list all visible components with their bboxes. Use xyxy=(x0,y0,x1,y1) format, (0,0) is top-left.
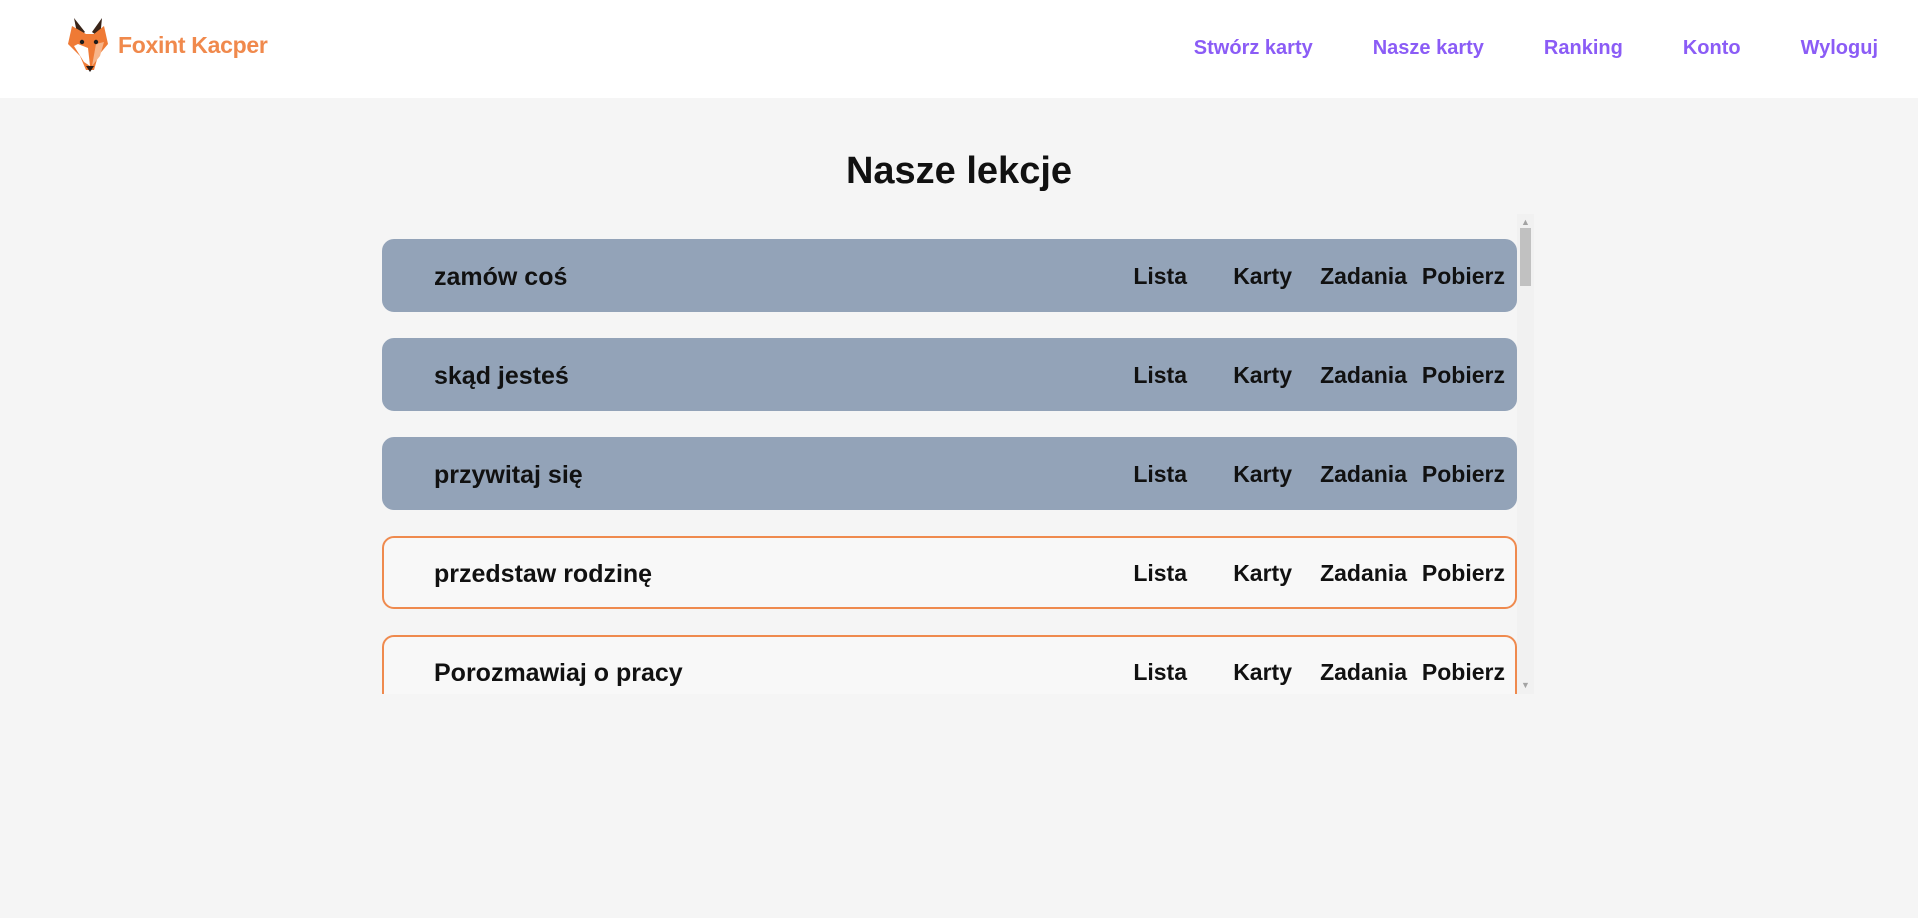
lesson-tasks-link[interactable]: Zadania xyxy=(1292,263,1407,290)
lesson-row: przedstaw rodzinę Lista Karty Zadania Po… xyxy=(382,536,1517,609)
lesson-row: zamów coś Lista Karty Zadania Pobierz xyxy=(382,239,1517,312)
nav-ranking[interactable]: Ranking xyxy=(1544,37,1623,60)
lesson-actions: Lista Karty Zadania Pobierz xyxy=(1127,263,1505,290)
lesson-cards-link[interactable]: Karty xyxy=(1187,560,1292,587)
lesson-tasks-link[interactable]: Zadania xyxy=(1292,659,1407,686)
top-navbar: Foxint Kacper Stwórz karty Nasze karty R… xyxy=(0,0,1918,98)
lesson-actions: Lista Karty Zadania Pobierz xyxy=(1127,362,1505,389)
lesson-tasks-link[interactable]: Zadania xyxy=(1292,362,1407,389)
lesson-cards-link[interactable]: Karty xyxy=(1187,362,1292,389)
vertical-scrollbar[interactable]: ▲ ▼ xyxy=(1517,214,1534,694)
lesson-download-link[interactable]: Pobierz xyxy=(1407,362,1505,389)
lesson-tasks-link[interactable]: Zadania xyxy=(1292,461,1407,488)
nav-account[interactable]: Konto xyxy=(1683,37,1741,60)
scroll-down-arrow-icon[interactable]: ▼ xyxy=(1517,677,1534,694)
lesson-list: zamów coś Lista Karty Zadania Pobierz sk… xyxy=(382,239,1517,694)
lesson-download-link[interactable]: Pobierz xyxy=(1407,461,1505,488)
lesson-download-link[interactable]: Pobierz xyxy=(1407,263,1505,290)
scrollbar-thumb[interactable] xyxy=(1520,228,1531,286)
brand-name: Foxint Kacper xyxy=(118,31,268,58)
lesson-title: skąd jesteś xyxy=(434,362,569,390)
lesson-list-link[interactable]: Lista xyxy=(1127,362,1187,389)
nav-logout[interactable]: Wyloguj xyxy=(1801,37,1878,60)
fox-head-icon xyxy=(68,16,116,74)
lesson-row: Porozmawiaj o pracy Lista Karty Zadania … xyxy=(382,635,1517,694)
lesson-row: skąd jesteś Lista Karty Zadania Pobierz xyxy=(382,338,1517,411)
lesson-list-scroll-area[interactable]: zamów coś Lista Karty Zadania Pobierz sk… xyxy=(382,214,1534,694)
lesson-download-link[interactable]: Pobierz xyxy=(1407,659,1505,686)
lesson-cards-link[interactable]: Karty xyxy=(1187,659,1292,686)
lesson-title: zamów coś xyxy=(434,263,568,291)
lesson-list-link[interactable]: Lista xyxy=(1127,263,1187,290)
lesson-cards-link[interactable]: Karty xyxy=(1187,461,1292,488)
lesson-actions: Lista Karty Zadania Pobierz xyxy=(1127,560,1505,587)
main-nav: Stwórz karty Nasze karty Ranking Konto W… xyxy=(1134,37,1878,60)
lesson-download-link[interactable]: Pobierz xyxy=(1407,560,1505,587)
lesson-actions: Lista Karty Zadania Pobierz xyxy=(1127,461,1505,488)
lesson-title: Porozmawiaj o pracy xyxy=(434,659,683,687)
nav-create-cards[interactable]: Stwórz karty xyxy=(1194,37,1313,60)
lesson-title: przedstaw rodzinę xyxy=(434,560,653,588)
lesson-title: przywitaj się xyxy=(434,461,583,489)
lesson-row: przywitaj się Lista Karty Zadania Pobier… xyxy=(382,437,1517,510)
lesson-list-link[interactable]: Lista xyxy=(1127,659,1187,686)
page-title: Nasze lekcje xyxy=(845,150,1073,192)
nav-our-cards[interactable]: Nasze karty xyxy=(1373,37,1484,60)
lesson-list-link[interactable]: Lista xyxy=(1127,461,1187,488)
lesson-list-link[interactable]: Lista xyxy=(1127,560,1187,587)
brand-logo[interactable]: Foxint Kacper xyxy=(68,16,268,74)
lesson-actions: Lista Karty Zadania Pobierz xyxy=(1127,659,1505,686)
lesson-cards-link[interactable]: Karty xyxy=(1187,263,1292,290)
lesson-tasks-link[interactable]: Zadania xyxy=(1292,560,1407,587)
